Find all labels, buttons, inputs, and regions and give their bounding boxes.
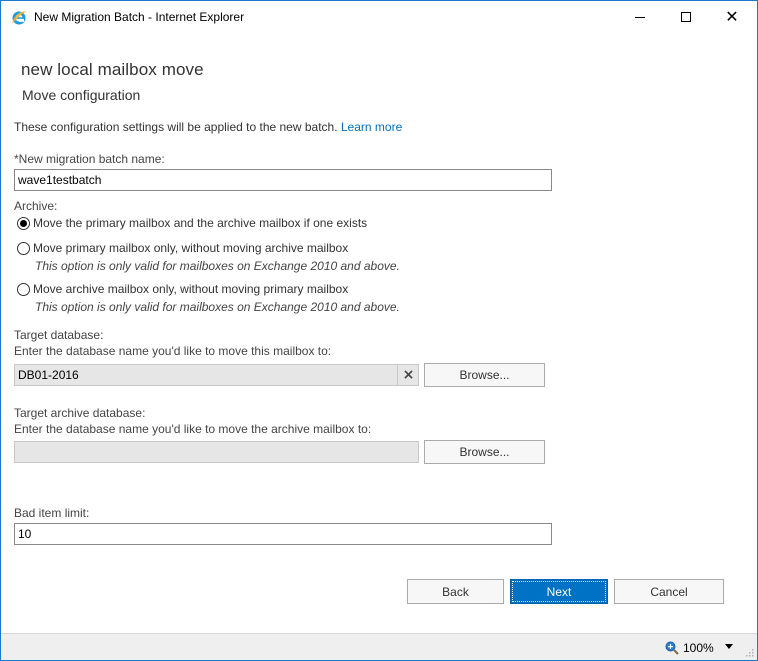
clear-target-database-button[interactable]: × <box>397 364 419 386</box>
next-button[interactable]: Next <box>510 579 608 604</box>
archive-option-label: Move the primary mailbox and the archive… <box>33 216 368 230</box>
close-icon: ✕ <box>725 7 739 26</box>
target-database-hint: Enter the database name you'd like to mo… <box>14 344 332 358</box>
radio-button[interactable] <box>17 241 30 255</box>
archive-option-both[interactable]: Move the primary mailbox and the archive… <box>17 216 367 230</box>
archive-option-label: Move primary mailbox only, without movin… <box>33 241 349 255</box>
dialog-content: new local mailbox move Move configuratio… <box>1 33 757 633</box>
radio-button[interactable] <box>17 282 30 296</box>
cancel-button[interactable]: Cancel <box>614 579 724 604</box>
batch-name-input[interactable]: wave1testbatch <box>14 169 552 191</box>
bad-item-limit-label: Bad item limit: <box>14 506 90 520</box>
zoom-level[interactable]: 100% <box>683 641 714 655</box>
window-title: New Migration Batch - Internet Explorer <box>34 10 245 24</box>
target-database-input[interactable]: DB01-2016 <box>14 364 419 386</box>
browse-target-database-button[interactable]: Browse... <box>424 363 545 387</box>
archive-option-note: This option is only valid for mailboxes … <box>35 259 400 273</box>
close-button[interactable]: ✕ <box>709 1 755 33</box>
minimize-button[interactable] <box>617 1 663 33</box>
archive-option-note: This option is only valid for mailboxes … <box>35 300 400 314</box>
target-archive-database-hint: Enter the database name you'd like to mo… <box>14 422 372 436</box>
internet-explorer-icon <box>12 11 27 25</box>
page-subtitle: Move configuration <box>22 87 141 103</box>
learn-more-link[interactable]: Learn more <box>341 120 402 134</box>
intro-text: These configuration settings will be app… <box>14 120 402 134</box>
archive-option-primary-only[interactable]: Move primary mailbox only, without movin… <box>17 241 348 255</box>
clear-icon: × <box>402 367 415 383</box>
bad-item-limit-input[interactable]: 10 <box>14 523 552 545</box>
browser-window: New Migration Batch - Internet Explorer … <box>0 0 758 661</box>
minimize-icon <box>635 16 645 18</box>
maximize-icon <box>681 12 691 22</box>
title-bar[interactable]: New Migration Batch - Internet Explorer … <box>1 1 757 33</box>
browse-target-archive-database-button[interactable]: Browse... <box>424 440 545 464</box>
radio-button-checked[interactable] <box>17 216 30 230</box>
target-database-label: Target database: <box>14 328 104 342</box>
zoom-dropdown-arrow-icon[interactable] <box>725 644 733 649</box>
maximize-button[interactable] <box>663 1 709 33</box>
archive-option-archive-only[interactable]: Move archive mailbox only, without movin… <box>17 282 348 296</box>
status-bar: 100% <box>1 633 757 660</box>
archive-label: Archive: <box>14 199 58 213</box>
resize-grip-icon[interactable] <box>744 647 754 657</box>
back-button[interactable]: Back <box>407 579 504 604</box>
page-title: new local mailbox move <box>21 60 204 79</box>
target-archive-database-input[interactable] <box>14 441 419 463</box>
batch-name-label: *New migration batch name: <box>14 152 165 166</box>
zoom-magnifier-icon[interactable] <box>665 641 679 655</box>
target-archive-database-label: Target archive database: <box>14 406 146 420</box>
intro-description: These configuration settings will be app… <box>14 120 338 134</box>
archive-option-label: Move archive mailbox only, without movin… <box>33 282 349 296</box>
